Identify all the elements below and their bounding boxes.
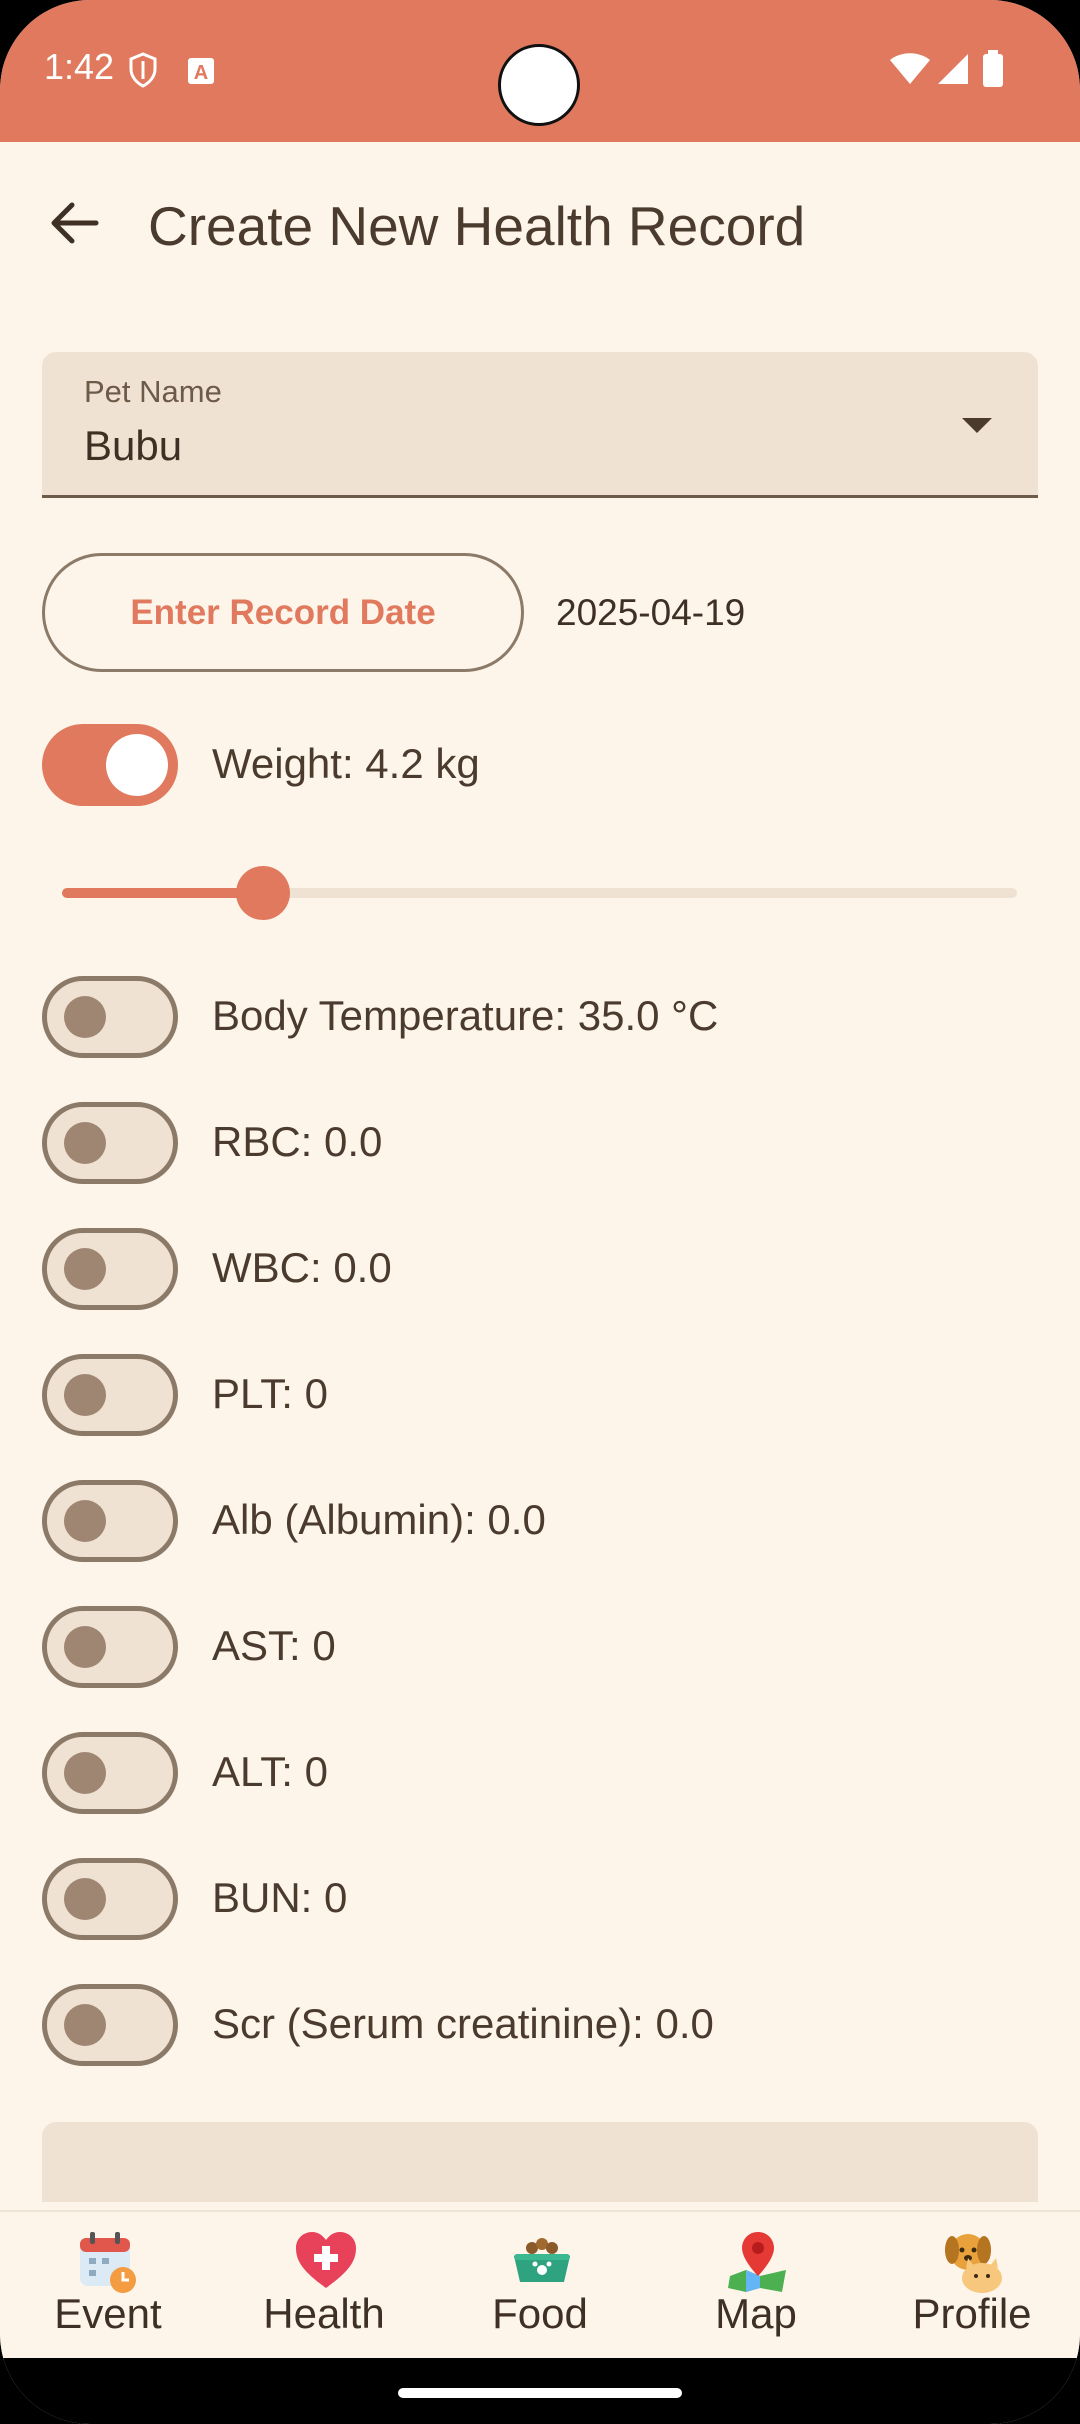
nav-map[interactable]: Map (648, 2212, 864, 2360)
switch-knob (64, 1752, 106, 1794)
metric-row-alt: ALT: 0 (42, 1732, 1042, 1818)
alt-label: ALT: 0 (212, 1748, 328, 1795)
metric-row-ast: AST: 0 (42, 1606, 1042, 1692)
text-a-icon: A (186, 56, 216, 91)
home-gesture-handle[interactable] (398, 2388, 682, 2398)
status-time: 1:42 (44, 46, 115, 87)
gesture-bar (0, 2358, 1080, 2424)
rbc-label: RBC: 0.0 (212, 1118, 383, 1165)
nav-food-label: Food (492, 2290, 588, 2337)
bottom-navigation: Event Health Food Map Profile (0, 2210, 1080, 2360)
switch-knob (64, 1500, 106, 1542)
pet-food-bowl-icon (510, 2230, 570, 2294)
nav-profile[interactable]: Profile (864, 2212, 1080, 2360)
weight-row: Weight: 4.2 kg (42, 724, 1042, 810)
ast-switch[interactable] (42, 1606, 178, 1688)
back-button[interactable] (40, 190, 110, 260)
nav-food[interactable]: Food (432, 2212, 648, 2360)
switch-knob (64, 1626, 106, 1668)
metric-row-bun: BUN: 0 (42, 1858, 1042, 1944)
slider-active-track (62, 888, 263, 898)
metric-row-wbc: WBC: 0.0 (42, 1228, 1042, 1314)
metric-row-body-temperature: Body Temperature: 35.0 °C (42, 976, 1042, 1062)
bun-switch[interactable] (42, 1858, 178, 1940)
nav-event-label: Event (54, 2290, 162, 2337)
body-temperature-label: Body Temperature: 35.0 °C (212, 992, 719, 1039)
switch-knob (64, 996, 106, 1038)
status-bar: 1:42 A (0, 0, 1080, 142)
pet-name-dropdown[interactable]: Pet Name Bubu (42, 352, 1038, 498)
scr-switch[interactable] (42, 1984, 178, 2066)
scr-label: Scr (Serum creatinine): 0.0 (212, 2000, 714, 2047)
rbc-switch[interactable] (42, 1102, 178, 1184)
switch-knob (106, 734, 168, 796)
page-title: Create New Health Record (148, 195, 806, 257)
battery-icon (982, 50, 1004, 93)
calendar-clock-icon (78, 2230, 138, 2294)
switch-knob (64, 1374, 106, 1416)
plt-label: PLT: 0 (212, 1370, 328, 1417)
pet-name-value: Bubu (84, 422, 183, 469)
switch-knob (64, 1878, 106, 1920)
body-temperature-switch[interactable] (42, 976, 178, 1058)
wbc-switch[interactable] (42, 1228, 178, 1310)
alt-switch[interactable] (42, 1732, 178, 1814)
metric-row-scr: Scr (Serum creatinine): 0.0 (42, 1984, 1042, 2070)
enter-record-date-button[interactable]: Enter Record Date (42, 553, 524, 672)
nav-profile-label: Profile (912, 2290, 1032, 2337)
weight-switch[interactable] (42, 724, 178, 806)
albumin-label: Alb (Albumin): 0.0 (212, 1496, 546, 1543)
nav-event[interactable]: Event (0, 2212, 216, 2360)
svg-text:A: A (194, 62, 208, 84)
next-field-card[interactable] (42, 2122, 1038, 2202)
ast-label: AST: 0 (212, 1622, 336, 1669)
plt-switch[interactable] (42, 1354, 178, 1436)
metric-row-rbc: RBC: 0.0 (42, 1102, 1042, 1188)
wbc-label: WBC: 0.0 (212, 1244, 392, 1291)
albumin-switch[interactable] (42, 1480, 178, 1562)
signal-icon (934, 52, 970, 91)
switch-knob (64, 2004, 106, 2046)
weight-slider[interactable] (62, 866, 1017, 920)
arrow-left-icon (50, 201, 100, 250)
dropdown-arrow-icon (962, 418, 992, 433)
screen: 1:42 A Create New Health Record Pet Name… (0, 0, 1080, 2424)
switch-knob (64, 1248, 106, 1290)
nav-health-label: Health (263, 2290, 385, 2337)
record-date-value: 2025-04-19 (556, 592, 746, 633)
front-camera (498, 44, 580, 126)
wifi-icon (888, 52, 932, 91)
slider-thumb[interactable] (235, 866, 290, 920)
pet-name-label: Pet Name (84, 374, 222, 409)
metric-row-albumin: Alb (Albumin): 0.0 (42, 1480, 1042, 1566)
shield-icon (128, 52, 158, 93)
heart-plus-icon (294, 2230, 356, 2294)
dog-cat-icon (942, 2230, 1002, 2294)
weight-label: Weight: 4.2 kg (212, 740, 480, 787)
switch-knob (64, 1122, 106, 1164)
nav-health[interactable]: Health (216, 2212, 432, 2360)
map-pin-icon (726, 2230, 786, 2294)
nav-map-label: Map (715, 2290, 797, 2337)
metric-row-plt: PLT: 0 (42, 1354, 1042, 1440)
bun-label: BUN: 0 (212, 1874, 348, 1921)
